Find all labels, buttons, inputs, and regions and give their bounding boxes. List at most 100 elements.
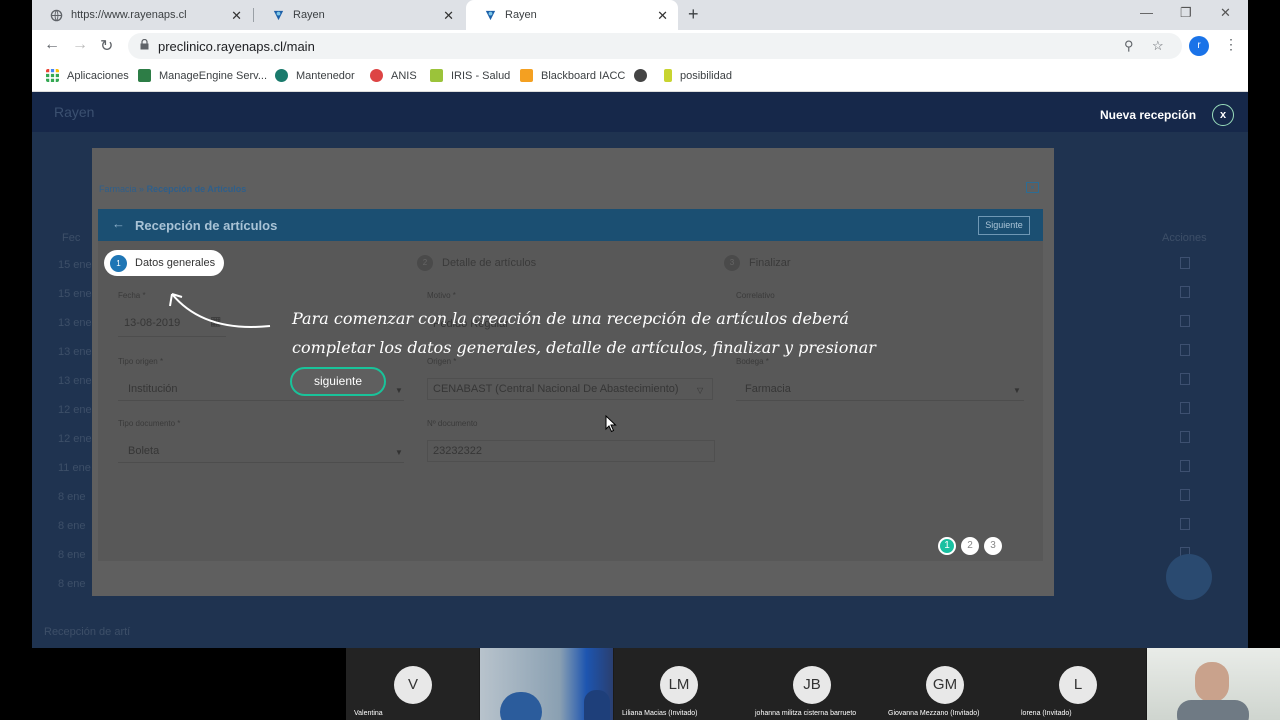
- bookmark-globe[interactable]: [634, 69, 655, 82]
- bookmark-mantenedor[interactable]: Mantenedor: [275, 69, 355, 82]
- tab-title: Rayen: [293, 9, 325, 21]
- bg-row-date: 15 ene: [58, 288, 92, 300]
- participant-video-figure: [584, 690, 610, 720]
- field-underline: [736, 400, 1024, 401]
- motivo-label: Motivo *: [427, 291, 456, 300]
- participant-avatar: L: [1059, 666, 1097, 704]
- new-tab-icon[interactable]: +: [688, 4, 699, 25]
- breadcrumb-parent[interactable]: Farmacia: [99, 184, 137, 194]
- bg-row-date: 13 ene: [58, 317, 92, 329]
- bg-row-document-icon: [1180, 286, 1190, 298]
- participant-tile[interactable]: JB johanna militza cisterna barrueto: [747, 648, 880, 720]
- bg-row-document-icon: [1180, 460, 1190, 472]
- nueva-recepcion-title: Nueva recepción: [1100, 108, 1197, 122]
- bookmark-star-icon[interactable]: ☆: [1152, 38, 1164, 54]
- tutorial-page-dot[interactable]: 1: [938, 537, 956, 555]
- bookmark-anis[interactable]: ANIS: [370, 69, 417, 82]
- bookmark-label: Blackboard IACC: [541, 69, 626, 82]
- rayen-logo-icon: [485, 10, 496, 20]
- reload-icon[interactable]: ↻: [100, 36, 113, 56]
- participant-name: johanna militza cisterna barrueto: [755, 710, 857, 717]
- tutorial-page-dot[interactable]: 2: [961, 537, 979, 555]
- back-icon[interactable]: ←: [44, 36, 60, 54]
- omnibox[interactable]: preclinico.rayenaps.cl/main ⚲ ☆: [128, 33, 1182, 59]
- restore-icon[interactable]: ❐: [1180, 5, 1192, 21]
- bookmark-aplicaciones[interactable]: Aplicaciones: [46, 69, 129, 82]
- participant-tile[interactable]: LM Liliana Macias (Invitado): [614, 648, 747, 720]
- step-detalle[interactable]: 2 Detalle de artículos: [417, 255, 536, 271]
- bg-row-date: 8 ene: [58, 578, 86, 590]
- url-text: preclinico.rayenaps.cl/main: [158, 39, 315, 54]
- bookmark-manageengine[interactable]: ManageEngine Serv...: [138, 69, 267, 82]
- siguiente-button[interactable]: Siguiente: [978, 216, 1030, 235]
- tab-title: Rayen: [505, 9, 537, 21]
- tab-close-icon[interactable]: ✕: [443, 8, 454, 24]
- blackboard-icon: [520, 69, 533, 82]
- participant-tile[interactable]: V Valentina: [346, 648, 479, 720]
- step-datos-generales-highlight[interactable]: 1 Datos generales: [104, 250, 224, 276]
- tab-close-icon[interactable]: ✕: [657, 8, 668, 24]
- participant-video-figure: [1195, 662, 1229, 702]
- tutorial-siguiente-button[interactable]: siguiente: [290, 367, 386, 396]
- meeting-participants-strip: V Valentina LM Liliana Macias (Invitado)…: [346, 648, 1280, 720]
- participant-video-figure: [500, 692, 542, 720]
- field-underline: [118, 400, 404, 401]
- close-button[interactable]: x: [1212, 104, 1234, 126]
- browser-menu-icon[interactable]: ⋮: [1224, 36, 1238, 53]
- participant-name: Liliana Macias (Invitado): [622, 710, 698, 717]
- bookmark-label: Mantenedor: [296, 69, 355, 82]
- participant-tile[interactable]: GM Giovanna Mezzano (Invitado): [880, 648, 1013, 720]
- apps-grid-icon: [46, 69, 59, 82]
- participant-video-tile[interactable]: [1147, 648, 1280, 720]
- bg-row-date: 12 ene: [58, 433, 92, 445]
- bg-fab-button: [1166, 554, 1212, 600]
- bookmark-iris-salud[interactable]: IRIS - Salud: [430, 69, 510, 82]
- profile-avatar[interactable]: r: [1189, 36, 1209, 56]
- participant-name: Giovanna Mezzano (Invitado): [888, 710, 980, 717]
- step-number: 2: [417, 255, 433, 271]
- mouse-cursor-icon: [605, 415, 617, 433]
- globe-icon: [50, 9, 63, 21]
- bg-row-document-icon: [1180, 431, 1190, 443]
- modal-close-icon[interactable]: ×: [1026, 182, 1039, 193]
- step-finalizar[interactable]: 3 Finalizar: [724, 255, 791, 271]
- panel-header: ← Recepción de artículos Siguiente: [98, 209, 1043, 241]
- tutorial-pagination: 1 2 3: [938, 537, 1002, 555]
- zoom-icon[interactable]: ⚲: [1124, 38, 1134, 54]
- chevron-down-icon[interactable]: ▼: [1013, 386, 1021, 395]
- bg-row-document-icon: [1180, 344, 1190, 356]
- tipo-origen-select[interactable]: Institución: [128, 383, 178, 395]
- bookmark-label: ANIS: [391, 69, 417, 82]
- bookmark-posibilidad[interactable]: posibilidad: [664, 69, 732, 82]
- bookmark-blackboard[interactable]: Blackboard IACC: [520, 69, 625, 82]
- bg-row-date: 8 ene: [58, 520, 86, 532]
- tab-rayen-2-active[interactable]: Rayen ✕: [466, 0, 678, 30]
- tab-rayenaps[interactable]: https://www.rayenaps.cl ✕: [32, 0, 252, 30]
- back-arrow-icon[interactable]: ←: [112, 216, 125, 231]
- fecha-label: Fecha *: [118, 291, 146, 300]
- tutorial-page-dot[interactable]: 3: [984, 537, 1002, 555]
- lock-icon: [140, 39, 149, 50]
- tab-close-icon[interactable]: ✕: [231, 8, 242, 24]
- n-documento-field[interactable]: 23232322: [433, 445, 482, 457]
- participant-tile[interactable]: L lorena (Invitado): [1013, 648, 1146, 720]
- correlativo-label: Correlativo: [736, 291, 775, 300]
- step-label: Finalizar: [749, 257, 791, 269]
- window-close-icon[interactable]: ✕: [1220, 5, 1231, 21]
- breadcrumb-separator: »: [139, 184, 145, 194]
- participant-video-tile[interactable]: [480, 648, 613, 720]
- bg-row-document-icon: [1180, 315, 1190, 327]
- tipo-origen-label: Tipo origen *: [118, 357, 164, 366]
- bookmarks-bar: Aplicaciones ManageEngine Serv... Manten…: [32, 62, 1248, 92]
- bg-column-header: Acciones: [1162, 232, 1207, 244]
- breadcrumb-current: Recepción de Artículos: [146, 184, 247, 194]
- minimize-icon[interactable]: —: [1140, 5, 1153, 20]
- bg-row-date: 12 ene: [58, 404, 92, 416]
- address-bar: ← → ↻ preclinico.rayenaps.cl/main ⚲ ☆ r …: [32, 30, 1248, 62]
- tab-rayen-1[interactable]: Rayen ✕: [254, 0, 464, 30]
- chevron-down-icon[interactable]: ▼: [395, 448, 403, 457]
- step-number: 3: [724, 255, 740, 271]
- tipo-documento-select[interactable]: Boleta: [128, 445, 159, 457]
- bookmark-label: ManageEngine Serv...: [159, 69, 268, 82]
- forward-icon[interactable]: →: [72, 36, 88, 54]
